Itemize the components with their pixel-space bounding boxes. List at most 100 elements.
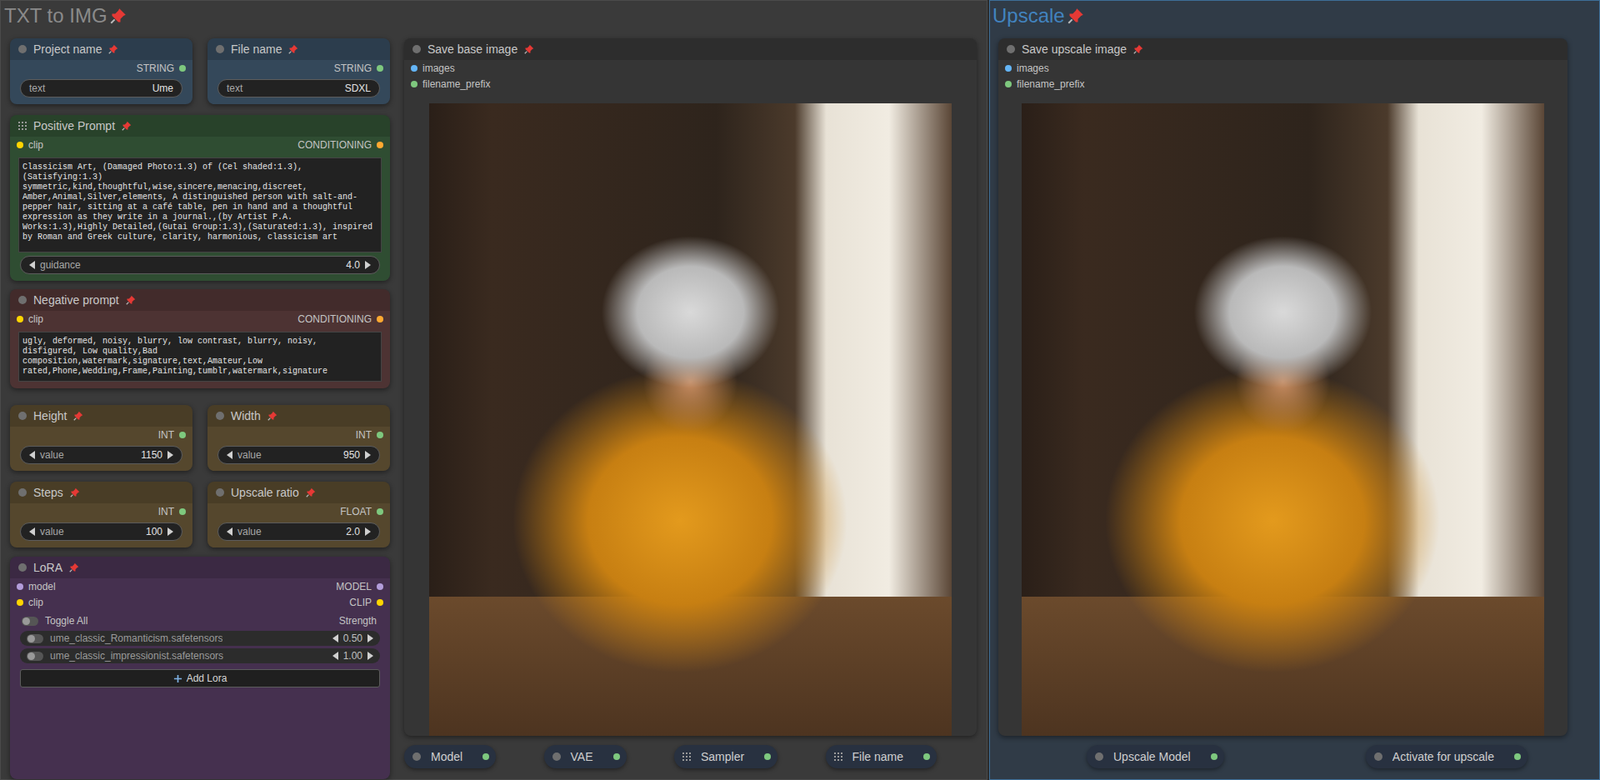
collapsed-node[interactable]: Upscale Model [1086,745,1225,769]
lora-node[interactable]: LoRAmodelMODELclipCLIPToggle AllStrength… [10,556,390,780]
decrement-icon[interactable] [29,260,35,270]
collapse-dot[interactable] [412,45,421,54]
number-node[interactable]: StepsINT value100 [10,481,193,548]
text-node[interactable]: File name STRING textSDXL [207,38,390,105]
save-upscale-image-node[interactable]: Save upscale image images filename_prefix [998,38,1568,736]
save-base-image-node[interactable]: Save base image images filename_prefix [404,38,977,736]
workflow-canvas[interactable]: TXT to IMG Project name STRING textUme File … [0,0,1600,780]
number-node[interactable]: Width INT value950 [207,405,390,471]
number-node[interactable]: Upscale ratioFLOAT value2.0 [207,481,390,548]
lora-row[interactable]: ume_classic_impressionist.safetensors1.0… [20,648,380,664]
input-slot[interactable]: clip [16,313,44,325]
collapse-dot[interactable] [18,411,27,420]
output-dot[interactable] [1210,753,1218,760]
increment-icon[interactable] [367,634,374,643]
output-slot[interactable]: MODEL [335,580,384,593]
node-title[interactable]: Upscale ratio [207,481,390,504]
node-title[interactable]: Save base image [404,38,977,60]
collapse-dot[interactable] [215,45,225,54]
collapse-dot[interactable] [1006,45,1015,54]
collapse-dot[interactable] [215,488,225,497]
input-slot[interactable]: images [1005,62,1050,75]
text-widget[interactable]: textSDXL [217,79,380,98]
collapsed-node[interactable]: VAE [544,745,627,769]
decrement-icon[interactable] [29,450,35,460]
node-title[interactable]: Save upscale image [998,38,1568,60]
input-slot[interactable]: clip [16,596,44,609]
increment-icon[interactable] [167,527,174,536]
node-title[interactable]: Positive Prompt [10,115,390,137]
positive-prompt-node[interactable]: Positive Prompt clip CONDITIONING Classicis… [10,115,390,281]
output-dot[interactable] [613,753,620,760]
input-slot[interactable]: model [16,580,56,593]
collapse-dot[interactable] [18,563,27,572]
output-slot[interactable]: INT [158,505,186,518]
lora-row[interactable]: ume_classic_Romanticism.safetensors0.50 [20,630,380,646]
node-title[interactable]: Height [10,405,193,427]
collapse-dot[interactable] [215,411,225,420]
negative-prompt-node[interactable]: Negative prompt clip CONDITIONING ugly, def… [10,289,390,389]
output-slot[interactable]: INT [158,429,186,441]
number-widget[interactable]: value100 [20,522,183,541]
output-dot[interactable] [923,753,930,760]
guidance-widget[interactable]: guidance4.0 [20,255,380,275]
number-widget[interactable]: value2.0 [217,522,380,541]
output-slot[interactable]: STRING [136,62,186,75]
decrement-icon[interactable] [29,527,35,536]
group-header[interactable]: TXT to IMG [4,0,977,31]
increment-icon[interactable] [367,651,374,660]
output-slot[interactable]: INT [355,429,384,441]
text-node[interactable]: Project name STRING textUme [10,38,193,105]
output-dot[interactable] [1514,753,1521,760]
number-node[interactable]: Height INT value1150 [10,405,193,471]
decrement-icon[interactable] [332,651,339,660]
toggle-all-switch[interactable] [21,616,39,626]
lora-switch[interactable] [26,651,44,661]
group-title: TXT to IMG [4,4,108,28]
upscale-group[interactable]: Upscale Save upscale image images filename_… [989,0,1600,780]
input-slot[interactable]: images [410,62,455,75]
collapsed-node[interactable]: Model [404,745,496,769]
output-slot[interactable]: STRING [334,62,384,75]
collapse-dot[interactable] [18,488,27,497]
collapsed-node[interactable]: Sampler [674,745,778,769]
add-lora-button[interactable]: Add Lora [20,669,380,688]
collapsed-node[interactable]: Activate for upscale [1365,745,1528,769]
output-slot[interactable]: CLIP [349,596,384,609]
node-title[interactable]: Width [207,405,390,427]
group-header[interactable]: Upscale [992,0,1568,31]
prompt-textarea[interactable]: Classicism Art, (Damaged Photo:1.3) of (… [18,157,382,253]
node-title[interactable]: File name [207,38,390,60]
output-dot[interactable] [764,753,771,760]
increment-icon[interactable] [365,527,371,536]
decrement-icon[interactable] [226,527,233,536]
decrement-icon[interactable] [226,450,233,460]
output-slot[interactable]: FLOAT [340,505,384,518]
increment-icon[interactable] [167,450,174,460]
node-title[interactable]: Project name [10,38,193,60]
collapsed-node[interactable]: File name [825,745,937,769]
txt-to-img-group[interactable]: TXT to IMG Project name STRING textUme File … [0,0,988,780]
node-title[interactable]: Negative prompt [10,289,390,311]
node-title[interactable]: Steps [10,481,193,504]
text-widget[interactable]: textUme [20,79,183,98]
pin-icon [70,487,80,498]
collapse-dot[interactable] [18,45,27,54]
collapse-dot[interactable] [18,295,27,305]
output-slot[interactable]: CONDITIONING [297,139,384,151]
node-title[interactable]: LoRA [10,556,390,579]
output-slot[interactable]: CONDITIONING [297,313,384,325]
number-widget[interactable]: value1150 [20,445,183,465]
lora-switch[interactable] [26,634,44,644]
decrement-icon[interactable] [332,634,339,643]
output-dot[interactable] [482,753,490,760]
input-slot[interactable]: clip [16,139,44,151]
input-slot[interactable]: filename_prefix [410,78,490,90]
increment-icon[interactable] [365,450,371,460]
prompt-textarea[interactable]: ugly, deformed, noisy, blurry, low contr… [18,331,382,382]
input-slot[interactable]: filename_prefix [1005,78,1085,90]
increment-icon[interactable] [365,260,371,270]
grid-icon[interactable] [18,121,27,130]
number-widget[interactable]: value950 [217,445,380,465]
grid-icon [682,752,691,761]
